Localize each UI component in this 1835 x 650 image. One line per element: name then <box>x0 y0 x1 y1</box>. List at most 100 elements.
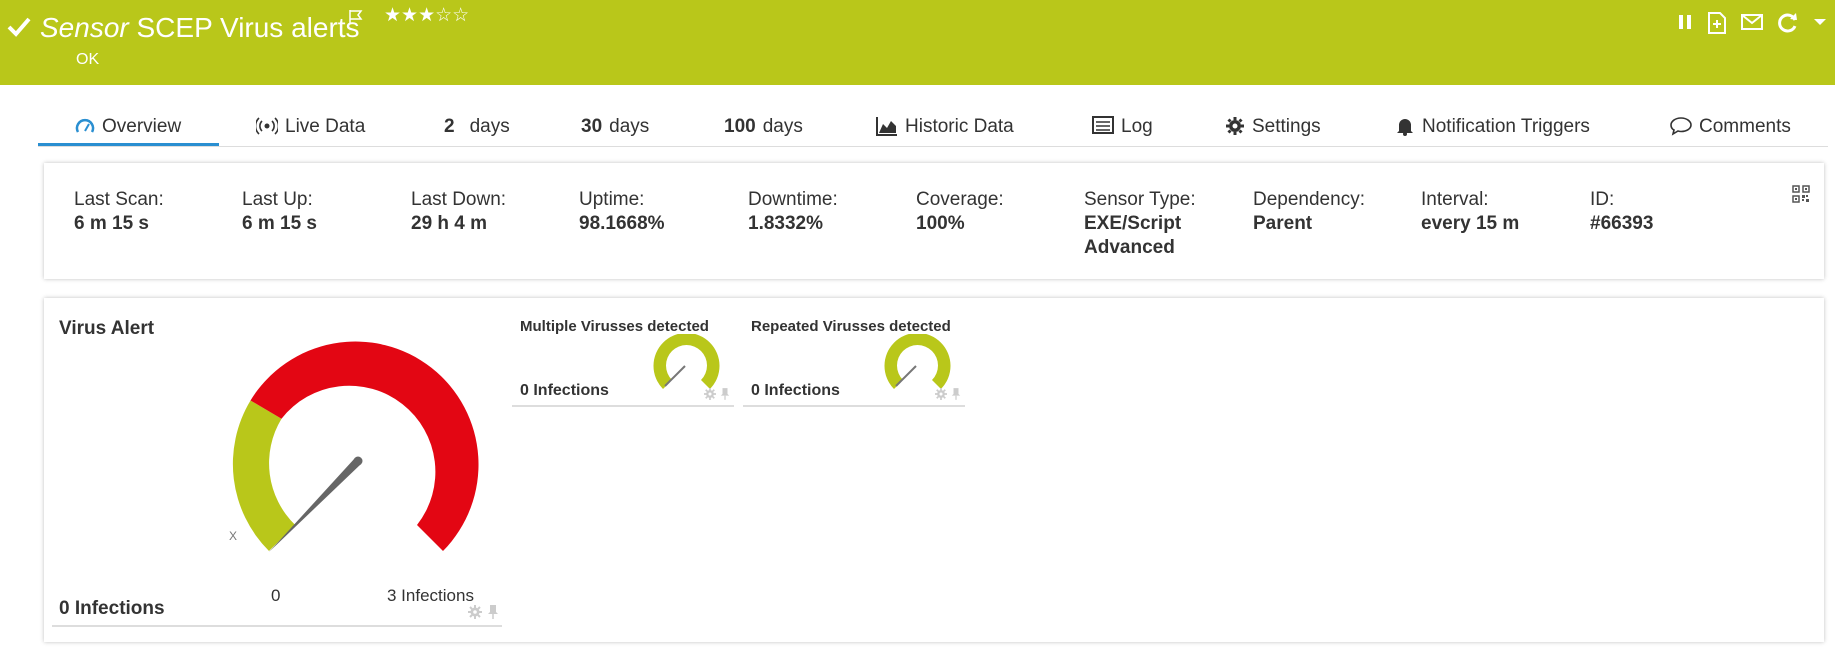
mini-gauge-value: 0 Infections <box>751 382 840 399</box>
mini-gauge-multiple-virusses[interactable]: Multiple Virusses detected 0 Infections <box>512 298 734 408</box>
tab-bar: Overview Live Data 2 days 30 days 100 days … <box>38 110 1828 147</box>
info-key: ID: <box>1590 189 1615 210</box>
tab-label: Comments <box>1699 116 1791 137</box>
info-value: 29 h 4 m <box>411 213 488 234</box>
page-title: Sensor SCEP Virus alerts <box>40 12 360 44</box>
gauge-icon <box>75 118 95 133</box>
mini-gauge-dial <box>653 334 720 389</box>
info-last-down: Last Down: 29 h 4 m <box>411 188 506 236</box>
tab-log[interactable]: Log <box>1092 116 1153 146</box>
info-sensor-type: Sensor Type: EXE/Script Advanced <box>1084 188 1196 260</box>
broadcast-icon <box>256 117 278 135</box>
tab-30-days[interactable]: 30 days <box>581 116 649 146</box>
info-key: Last Scan: <box>74 189 164 210</box>
tab-2-days[interactable]: 2 days <box>444 116 510 146</box>
info-coverage: Coverage: 100% <box>916 188 1004 236</box>
info-last-scan: Last Scan: 6 m 15 s <box>74 188 164 236</box>
tab-label: days <box>469 116 510 137</box>
info-key: Dependency: <box>1253 189 1365 210</box>
title-prefix: Sensor <box>40 12 129 43</box>
pause-icon[interactable] <box>1677 12 1693 32</box>
gear-icon[interactable] <box>704 388 716 400</box>
tab-label: days <box>609 116 650 137</box>
mail-icon[interactable] <box>1741 12 1763 32</box>
gear-icon[interactable] <box>935 388 947 400</box>
tab-label: Overview <box>102 116 182 137</box>
gauge-marker: X <box>229 529 238 543</box>
gear-icon[interactable] <box>468 605 482 619</box>
info-value: 98.1668% <box>579 213 665 234</box>
info-uptime: Uptime: 98.1668% <box>579 188 665 236</box>
mini-gauge-title: Multiple Virusses detected <box>520 318 709 335</box>
mini-gauge-divider <box>512 405 734 407</box>
info-value: every 15 m <box>1421 213 1520 234</box>
info-key: Sensor Type: <box>1084 189 1196 210</box>
tab-historic-data[interactable]: Historic Data <box>876 116 1014 146</box>
info-interval: Interval: every 15 m <box>1421 188 1519 236</box>
gauge-divider <box>52 625 502 627</box>
virus-alert-gauge[interactable] <box>229 340 539 570</box>
gear-icon <box>1226 117 1244 135</box>
info-value: 1.8332% <box>748 213 824 234</box>
info-key: Last Down: <box>411 189 507 210</box>
info-last-up: Last Up: 6 m 15 s <box>242 188 317 236</box>
pin-icon[interactable] <box>487 604 499 620</box>
gauge-value: 0 Infections <box>59 598 165 619</box>
refresh-icon[interactable] <box>1777 12 1799 34</box>
tab-live-data[interactable]: Live Data <box>256 116 365 146</box>
comment-icon <box>1670 117 1692 136</box>
header-actions <box>1677 12 1827 34</box>
info-value: 100% <box>916 213 965 234</box>
tab-label: Log <box>1121 116 1153 137</box>
sensor-info-box: Last Scan: 6 m 15 s Last Up: 6 m 15 s Last… <box>44 163 1824 279</box>
add-page-icon[interactable] <box>1707 12 1727 34</box>
info-dependency: Dependency: Parent <box>1253 188 1365 236</box>
qr-code-icon[interactable] <box>1792 185 1810 203</box>
status-text: OK <box>76 51 100 68</box>
info-value: EXE/Script <box>1084 213 1182 234</box>
tab-settings[interactable]: Settings <box>1225 116 1321 146</box>
bell-icon <box>1397 119 1413 136</box>
tab-label: Settings <box>1252 116 1321 137</box>
needle-tip <box>353 456 363 466</box>
mini-gauge-repeated-virusses[interactable]: Repeated Virusses detected 0 Infections <box>743 298 965 408</box>
info-key: Uptime: <box>579 189 645 210</box>
pin-icon[interactable] <box>951 387 961 401</box>
tab-notification-triggers[interactable]: Notification Triggers <box>1395 116 1590 146</box>
area-chart-icon <box>876 117 897 136</box>
check-icon <box>7 17 31 37</box>
gauge-ok-segment <box>232 400 296 551</box>
mini-gauge-divider <box>743 405 965 407</box>
info-key: Downtime: <box>748 189 838 210</box>
priority-stars[interactable]: ★★★☆☆ <box>384 4 469 27</box>
mini-gauge-arc <box>884 334 951 389</box>
gauge-max-label: 3 Infections <box>387 586 474 605</box>
tab-label: days <box>762 116 803 137</box>
info-value[interactable]: Parent <box>1253 212 1365 236</box>
tab-comments[interactable]: Comments <box>1670 116 1791 146</box>
info-downtime: Downtime: 1.8332% <box>748 188 838 236</box>
info-key: Last Up: <box>242 189 313 210</box>
mini-gauge-title: Repeated Virusses detected <box>751 318 951 335</box>
gauges-panel: Virus Alert X 0 3 Infections 0 Infection… <box>44 298 1824 642</box>
tab-100-days[interactable]: 100 days <box>724 116 803 146</box>
chevron-down-icon[interactable] <box>1813 12 1827 32</box>
sensor-header: Sensor SCEP Virus alerts ★★★☆☆ OK <box>0 0 1835 85</box>
list-icon <box>1092 116 1114 134</box>
gauge-min-label: 0 <box>271 586 281 605</box>
info-value: 6 m 15 s <box>242 213 317 234</box>
tab-overview[interactable]: Overview <box>38 116 219 146</box>
gauge-needle <box>269 458 361 552</box>
info-key: Coverage: <box>916 189 1004 210</box>
gauge-title: Virus Alert <box>59 318 155 339</box>
mini-gauge-value: 0 Infections <box>520 382 609 399</box>
tab-label: Live Data <box>285 116 366 137</box>
tab-days-number: 100 <box>724 116 756 137</box>
info-value-line2: Advanced <box>1084 237 1175 258</box>
info-value: #66393 <box>1590 213 1654 234</box>
flag-icon[interactable] <box>348 9 364 25</box>
pin-icon[interactable] <box>720 387 730 401</box>
tab-label: Historic Data <box>905 116 1014 137</box>
mini-gauge-arc <box>653 334 720 389</box>
mini-gauge-dial <box>884 334 951 389</box>
